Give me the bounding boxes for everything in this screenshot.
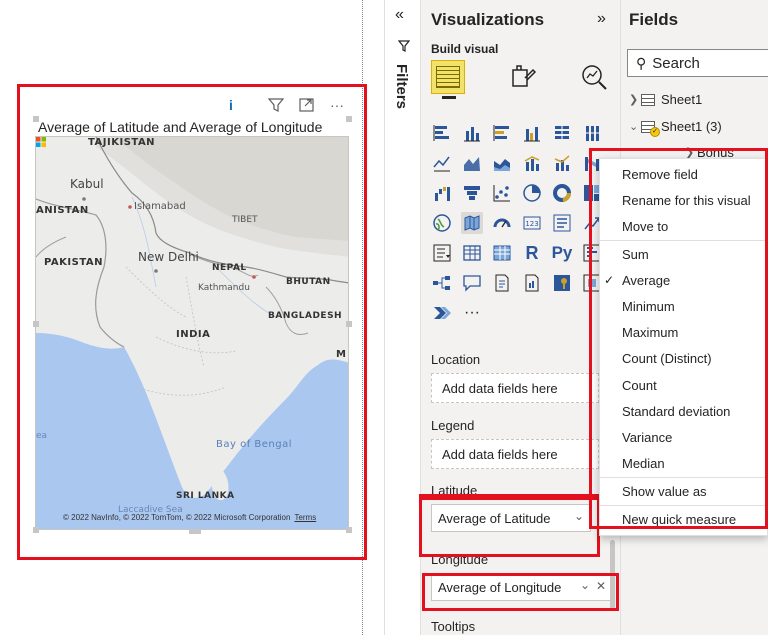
table-icon[interactable] — [461, 242, 483, 264]
chevron-right-icon[interactable]: ❯ — [629, 93, 641, 106]
line-and-clustered-column-chart-icon[interactable] — [551, 152, 573, 174]
annotation-highlight-visual — [17, 84, 367, 560]
table-name: Sheet1 (3) — [661, 119, 722, 134]
100-stacked-column-chart-icon[interactable] — [581, 122, 603, 144]
table-icon — [641, 93, 655, 106]
table-icon: ✓ — [641, 120, 660, 137]
fields-title: Fields — [629, 10, 679, 29]
chevron-down-icon[interactable]: ⌄ — [629, 120, 641, 133]
line-and-stacked-column-chart-icon[interactable] — [521, 152, 543, 174]
expand-visualizations-icon[interactable]: » — [597, 10, 606, 28]
table-sheet1-3[interactable]: ⌄ ✓ Sheet1 (3) — [629, 119, 722, 137]
filter-icon — [397, 40, 411, 55]
pie-chart-icon[interactable] — [521, 182, 543, 204]
build-visual-tab-icon[interactable] — [431, 60, 465, 99]
annotation-highlight-menu — [589, 148, 768, 529]
filters-pane-collapsed[interactable]: « Filters — [384, 0, 420, 635]
report-canvas[interactable]: i ··· Average of Latitude and Average of… — [0, 0, 384, 635]
annotation-highlight-latitude — [419, 497, 600, 557]
stacked-column-chart-icon[interactable] — [461, 122, 483, 144]
location-drop-zone[interactable]: Add data fields here — [431, 373, 599, 403]
multi-row-card-icon[interactable] — [551, 212, 573, 234]
python-visual-icon[interactable]: Py — [551, 242, 573, 264]
100-stacked-bar-chart-icon[interactable] — [551, 122, 573, 144]
table-sheet1[interactable]: ❯ Sheet1 — [629, 92, 702, 107]
visualizations-title: Visualizations — [431, 10, 545, 29]
fields-search-box[interactable]: ⚲ Search — [627, 49, 768, 77]
analytics-tab-icon[interactable] — [577, 60, 611, 94]
clustered-column-chart-icon[interactable] — [521, 122, 543, 144]
filled-map-icon[interactable] — [461, 212, 483, 234]
tooltips-well: Tooltips — [431, 619, 621, 634]
collapse-panes-icon[interactable]: « — [395, 6, 404, 24]
legend-drop-zone[interactable]: Add data fields here — [431, 439, 599, 469]
matrix-icon[interactable] — [491, 242, 513, 264]
map-icon[interactable] — [431, 212, 453, 234]
donut-chart-icon[interactable] — [551, 182, 573, 204]
table-name: Sheet1 — [661, 92, 703, 107]
r-script-visual-icon[interactable]: R — [521, 242, 543, 264]
scatter-chart-icon[interactable] — [491, 182, 513, 204]
filters-label[interactable]: Filters — [393, 64, 410, 109]
format-visual-tab-icon[interactable] — [505, 60, 539, 94]
card-icon[interactable]: 123 — [521, 212, 543, 234]
smart-narrative-icon[interactable] — [491, 272, 513, 294]
annotation-highlight-longitude — [422, 573, 619, 611]
checkmark-badge-icon: ✓ — [650, 126, 660, 137]
clustered-bar-chart-icon[interactable] — [491, 122, 513, 144]
line-chart-icon[interactable] — [431, 152, 453, 174]
paginated-report-icon[interactable] — [521, 272, 543, 294]
azure-map-icon[interactable] — [551, 272, 573, 294]
search-placeholder: Search — [652, 54, 700, 72]
gauge-icon[interactable] — [491, 212, 513, 234]
svg-text:123: 123 — [525, 220, 538, 228]
build-visual-label: Build visual — [431, 42, 499, 56]
stacked-bar-chart-icon[interactable] — [431, 122, 453, 144]
funnel-chart-icon[interactable] — [461, 182, 483, 204]
get-more-visuals-icon[interactable]: ··· — [461, 302, 483, 324]
area-chart-icon[interactable] — [461, 152, 483, 174]
stacked-area-chart-icon[interactable] — [491, 152, 513, 174]
slicer-icon[interactable] — [431, 242, 453, 264]
qa-visual-icon[interactable] — [461, 272, 483, 294]
waterfall-chart-icon[interactable] — [431, 182, 453, 204]
search-icon: ⚲ — [636, 54, 647, 71]
tooltips-label: Tooltips — [431, 619, 476, 634]
power-automate-icon[interactable] — [431, 302, 453, 324]
decomposition-tree-icon[interactable] — [431, 272, 453, 294]
